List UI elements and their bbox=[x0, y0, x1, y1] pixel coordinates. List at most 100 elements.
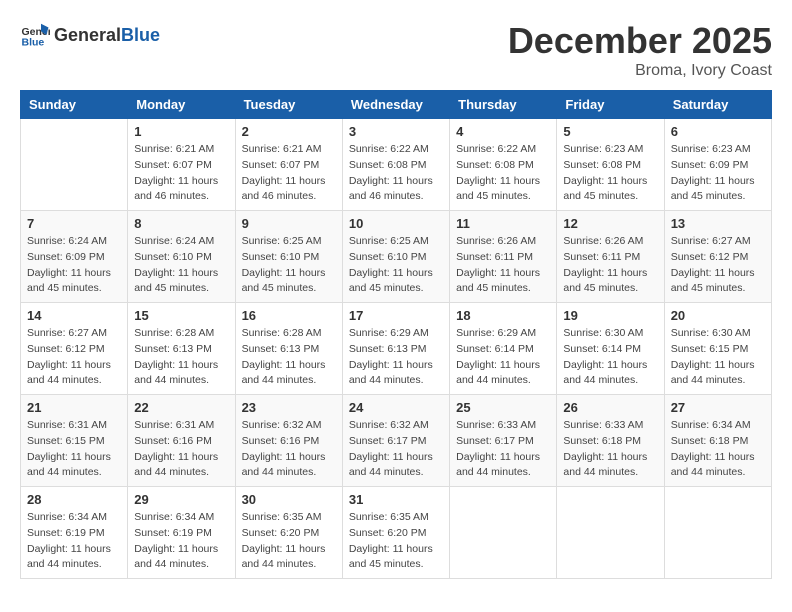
day-info: Sunrise: 6:32 AM Sunset: 6:16 PM Dayligh… bbox=[242, 418, 336, 481]
calendar-cell: 14 Sunrise: 6:27 AM Sunset: 6:12 PM Dayli… bbox=[21, 303, 128, 395]
day-number: 1 bbox=[134, 124, 228, 139]
calendar-cell: 11 Sunrise: 6:26 AM Sunset: 6:11 PM Dayli… bbox=[450, 211, 557, 303]
day-info: Sunrise: 6:30 AM Sunset: 6:14 PM Dayligh… bbox=[563, 326, 657, 389]
day-number: 19 bbox=[563, 308, 657, 323]
weekday-header-row: SundayMondayTuesdayWednesdayThursdayFrid… bbox=[21, 91, 772, 119]
calendar-cell: 4Sunrise: 6:22 AM Sunset: 6:08 PM Daylig… bbox=[450, 119, 557, 211]
day-number: 5 bbox=[563, 124, 657, 139]
day-number: 17 bbox=[349, 308, 443, 323]
title-section: December 2025 Broma, Ivory Coast bbox=[508, 20, 772, 80]
day-number: 7 bbox=[27, 216, 121, 231]
day-info: Sunrise: 6:30 AM Sunset: 6:15 PM Dayligh… bbox=[671, 326, 765, 389]
day-number: 10 bbox=[349, 216, 443, 231]
day-info: Sunrise: 6:25 AM Sunset: 6:10 PM Dayligh… bbox=[242, 234, 336, 297]
weekday-header-tuesday: Tuesday bbox=[235, 91, 342, 119]
weekday-header-sunday: Sunday bbox=[21, 91, 128, 119]
calendar-cell: 1 Sunrise: 6:21 AM Sunset: 6:07 PM Daylig… bbox=[128, 119, 235, 211]
calendar-cell: 20 Sunrise: 6:30 AM Sunset: 6:15 PM Dayli… bbox=[664, 303, 771, 395]
calendar-cell: 26 Sunrise: 6:33 AM Sunset: 6:18 PM Dayli… bbox=[557, 395, 664, 487]
day-info: Sunrise: 6:25 AM Sunset: 6:10 PM Dayligh… bbox=[349, 234, 443, 297]
day-number: 26 bbox=[563, 400, 657, 415]
weekday-header-wednesday: Wednesday bbox=[342, 91, 449, 119]
calendar-week-row: 7 Sunrise: 6:24 AM Sunset: 6:09 PM Daylig… bbox=[21, 211, 772, 303]
calendar-cell: 16 Sunrise: 6:28 AM Sunset: 6:13 PM Dayli… bbox=[235, 303, 342, 395]
day-info: Sunrise: 6:23 AM Sunset: 6:09 PM Dayligh… bbox=[671, 142, 765, 205]
day-info: Sunrise: 6:26 AM Sunset: 6:11 PM Dayligh… bbox=[456, 234, 550, 297]
day-info: Sunrise: 6:24 AM Sunset: 6:09 PM Dayligh… bbox=[27, 234, 121, 297]
day-info: Sunrise: 6:35 AM Sunset: 6:20 PM Dayligh… bbox=[242, 510, 336, 573]
day-number: 31 bbox=[349, 492, 443, 507]
day-info: Sunrise: 6:21 AM Sunset: 6:07 PM Dayligh… bbox=[134, 142, 228, 205]
calendar-cell: 21 Sunrise: 6:31 AM Sunset: 6:15 PM Dayli… bbox=[21, 395, 128, 487]
page-header: General Blue GeneralBlue December 2025 B… bbox=[20, 20, 772, 80]
day-number: 6 bbox=[671, 124, 765, 139]
day-info: Sunrise: 6:27 AM Sunset: 6:12 PM Dayligh… bbox=[27, 326, 121, 389]
logo-blue: Blue bbox=[121, 25, 160, 46]
day-info: Sunrise: 6:23 AM Sunset: 6:08 PM Dayligh… bbox=[563, 142, 657, 205]
day-info: Sunrise: 6:31 AM Sunset: 6:15 PM Dayligh… bbox=[27, 418, 121, 481]
day-number: 30 bbox=[242, 492, 336, 507]
day-info: Sunrise: 6:29 AM Sunset: 6:14 PM Dayligh… bbox=[456, 326, 550, 389]
calendar-cell: 8Sunrise: 6:24 AM Sunset: 6:10 PM Daylig… bbox=[128, 211, 235, 303]
calendar-cell bbox=[557, 487, 664, 579]
calendar-cell: 3Sunrise: 6:22 AM Sunset: 6:08 PM Daylig… bbox=[342, 119, 449, 211]
day-number: 11 bbox=[456, 216, 550, 231]
calendar-table: SundayMondayTuesdayWednesdayThursdayFrid… bbox=[20, 90, 772, 579]
day-number: 20 bbox=[671, 308, 765, 323]
calendar-week-row: 28 Sunrise: 6:34 AM Sunset: 6:19 PM Dayli… bbox=[21, 487, 772, 579]
logo-general: General bbox=[54, 25, 121, 46]
calendar-week-row: 21 Sunrise: 6:31 AM Sunset: 6:15 PM Dayli… bbox=[21, 395, 772, 487]
day-info: Sunrise: 6:31 AM Sunset: 6:16 PM Dayligh… bbox=[134, 418, 228, 481]
day-info: Sunrise: 6:27 AM Sunset: 6:12 PM Dayligh… bbox=[671, 234, 765, 297]
day-number: 27 bbox=[671, 400, 765, 415]
day-info: Sunrise: 6:32 AM Sunset: 6:17 PM Dayligh… bbox=[349, 418, 443, 481]
calendar-cell: 10 Sunrise: 6:25 AM Sunset: 6:10 PM Dayli… bbox=[342, 211, 449, 303]
calendar-cell: 9Sunrise: 6:25 AM Sunset: 6:10 PM Daylig… bbox=[235, 211, 342, 303]
calendar-cell: 7 Sunrise: 6:24 AM Sunset: 6:09 PM Daylig… bbox=[21, 211, 128, 303]
weekday-header-friday: Friday bbox=[557, 91, 664, 119]
calendar-cell: 18 Sunrise: 6:29 AM Sunset: 6:14 PM Dayli… bbox=[450, 303, 557, 395]
calendar-week-row: 14 Sunrise: 6:27 AM Sunset: 6:12 PM Dayli… bbox=[21, 303, 772, 395]
calendar-cell: 28 Sunrise: 6:34 AM Sunset: 6:19 PM Dayli… bbox=[21, 487, 128, 579]
calendar-cell: 22Sunrise: 6:31 AM Sunset: 6:16 PM Dayli… bbox=[128, 395, 235, 487]
day-number: 28 bbox=[27, 492, 121, 507]
day-info: Sunrise: 6:21 AM Sunset: 6:07 PM Dayligh… bbox=[242, 142, 336, 205]
calendar-cell: 27 Sunrise: 6:34 AM Sunset: 6:18 PM Dayli… bbox=[664, 395, 771, 487]
day-info: Sunrise: 6:34 AM Sunset: 6:19 PM Dayligh… bbox=[27, 510, 121, 573]
day-number: 4 bbox=[456, 124, 550, 139]
day-info: Sunrise: 6:28 AM Sunset: 6:13 PM Dayligh… bbox=[134, 326, 228, 389]
day-number: 8 bbox=[134, 216, 228, 231]
day-number: 14 bbox=[27, 308, 121, 323]
day-number: 15 bbox=[134, 308, 228, 323]
day-number: 25 bbox=[456, 400, 550, 415]
day-info: Sunrise: 6:34 AM Sunset: 6:19 PM Dayligh… bbox=[134, 510, 228, 573]
day-info: Sunrise: 6:33 AM Sunset: 6:17 PM Dayligh… bbox=[456, 418, 550, 481]
calendar-cell: 31Sunrise: 6:35 AM Sunset: 6:20 PM Dayli… bbox=[342, 487, 449, 579]
calendar-cell: 29 Sunrise: 6:34 AM Sunset: 6:19 PM Dayli… bbox=[128, 487, 235, 579]
calendar-cell bbox=[664, 487, 771, 579]
day-info: Sunrise: 6:28 AM Sunset: 6:13 PM Dayligh… bbox=[242, 326, 336, 389]
day-number: 18 bbox=[456, 308, 550, 323]
day-info: Sunrise: 6:34 AM Sunset: 6:18 PM Dayligh… bbox=[671, 418, 765, 481]
calendar-cell: 2Sunrise: 6:21 AM Sunset: 6:07 PM Daylig… bbox=[235, 119, 342, 211]
day-number: 12 bbox=[563, 216, 657, 231]
logo-icon: General Blue bbox=[20, 20, 50, 50]
calendar-cell: 15 Sunrise: 6:28 AM Sunset: 6:13 PM Dayli… bbox=[128, 303, 235, 395]
calendar-cell: 23 Sunrise: 6:32 AM Sunset: 6:16 PM Dayli… bbox=[235, 395, 342, 487]
calendar-cell bbox=[21, 119, 128, 211]
weekday-header-saturday: Saturday bbox=[664, 91, 771, 119]
weekday-header-monday: Monday bbox=[128, 91, 235, 119]
calendar-cell: 12 Sunrise: 6:26 AM Sunset: 6:11 PM Dayli… bbox=[557, 211, 664, 303]
day-info: Sunrise: 6:26 AM Sunset: 6:11 PM Dayligh… bbox=[563, 234, 657, 297]
day-number: 3 bbox=[349, 124, 443, 139]
day-number: 29 bbox=[134, 492, 228, 507]
calendar-cell: 5 Sunrise: 6:23 AM Sunset: 6:08 PM Daylig… bbox=[557, 119, 664, 211]
weekday-header-thursday: Thursday bbox=[450, 91, 557, 119]
day-number: 23 bbox=[242, 400, 336, 415]
day-info: Sunrise: 6:29 AM Sunset: 6:13 PM Dayligh… bbox=[349, 326, 443, 389]
day-info: Sunrise: 6:33 AM Sunset: 6:18 PM Dayligh… bbox=[563, 418, 657, 481]
month-title: December 2025 bbox=[508, 20, 772, 62]
day-number: 21 bbox=[27, 400, 121, 415]
day-number: 16 bbox=[242, 308, 336, 323]
calendar-cell: 30 Sunrise: 6:35 AM Sunset: 6:20 PM Dayli… bbox=[235, 487, 342, 579]
